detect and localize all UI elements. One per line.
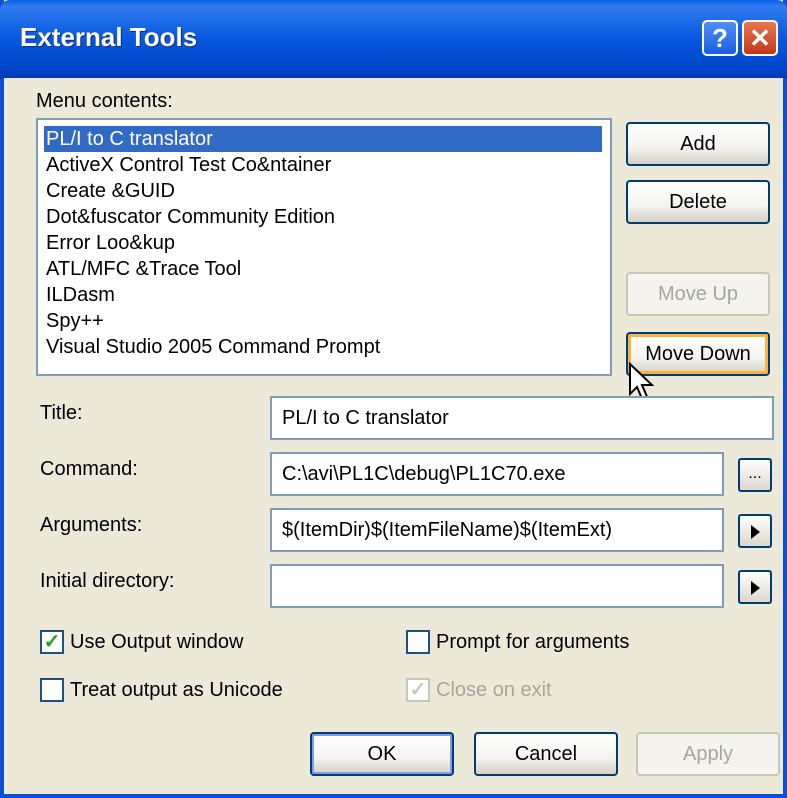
initial-directory-field[interactable] — [270, 564, 724, 608]
list-item[interactable]: PL/I to C translator — [44, 126, 602, 152]
title-field[interactable]: PL/I to C translator — [270, 396, 774, 440]
list-item[interactable]: Create &GUID — [44, 178, 175, 204]
treat-output-unicode-checkbox[interactable] — [40, 678, 64, 702]
delete-button[interactable]: Delete — [626, 180, 770, 224]
close-on-exit-label: Close on exit — [436, 679, 552, 701]
list-item[interactable]: Visual Studio 2005 Command Prompt — [44, 334, 380, 360]
arguments-menu-button[interactable] — [738, 514, 772, 548]
arrow-right-icon — [750, 525, 760, 539]
title-label: Title: — [40, 402, 83, 424]
close-button[interactable]: ✕ — [742, 20, 778, 56]
help-button[interactable]: ? — [702, 20, 738, 56]
menu-contents-label: Menu contents: — [36, 90, 173, 112]
arguments-label: Arguments: — [40, 514, 143, 536]
use-output-window-label: Use Output window — [70, 631, 244, 653]
prompt-for-arguments-checkbox[interactable] — [406, 630, 430, 654]
command-label: Command: — [40, 458, 138, 480]
initial-directory-label: Initial directory: — [40, 570, 175, 592]
use-output-window-checkbox[interactable]: ✓ — [40, 630, 64, 654]
move-up-button[interactable]: Move Up — [626, 272, 770, 316]
list-item[interactable]: Spy++ — [44, 308, 104, 334]
list-item[interactable]: ILDasm — [44, 282, 115, 308]
list-item[interactable]: ATL/MFC &Trace Tool — [44, 256, 241, 282]
browse-button[interactable]: ... — [738, 458, 772, 492]
ok-button[interactable]: OK — [310, 732, 454, 776]
add-button[interactable]: Add — [626, 122, 770, 166]
close-on-exit-checkbox[interactable]: ✓ — [406, 678, 430, 702]
prompt-for-arguments-label: Prompt for arguments — [436, 631, 630, 653]
external-tools-dialog: External Tools ? ✕ Menu contents: PL/I t… — [0, 0, 787, 798]
initial-directory-menu-button[interactable] — [738, 570, 772, 604]
treat-output-unicode-label: Treat output as Unicode — [70, 679, 283, 701]
apply-button[interactable]: Apply — [636, 732, 780, 776]
arrow-right-icon — [750, 581, 760, 595]
cancel-button[interactable]: Cancel — [474, 732, 618, 776]
list-item[interactable]: ActiveX Control Test Co&ntainer — [44, 152, 331, 178]
menu-contents-list[interactable]: PL/I to C translator ActiveX Control Tes… — [36, 118, 612, 376]
window-title: External Tools — [20, 22, 198, 52]
title-bar[interactable]: External Tools ? ✕ — [0, 0, 787, 78]
list-item[interactable]: Dot&fuscator Community Edition — [44, 204, 335, 230]
arguments-field[interactable]: $(ItemDir)$(ItemFileName)$(ItemExt) — [270, 508, 724, 552]
command-field[interactable]: C:\avi\PL1C\debug\PL1C70.exe — [270, 452, 724, 496]
list-item[interactable]: Error Loo&kup — [44, 230, 175, 256]
